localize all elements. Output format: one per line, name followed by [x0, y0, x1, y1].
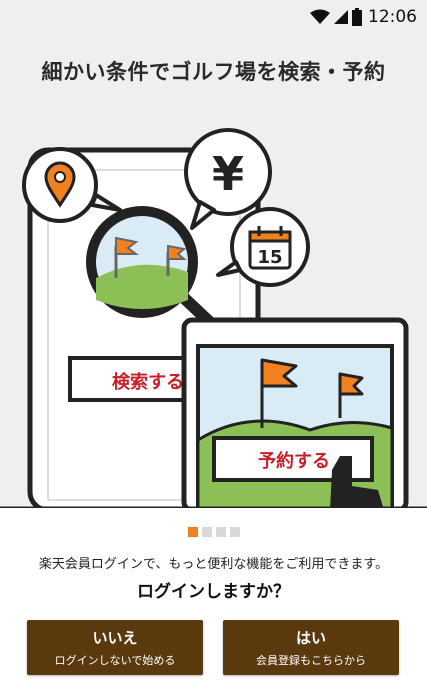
info-text: 楽天会員ログインで、もっと便利な機能をご利用できます。 [38, 557, 389, 572]
calendar-day: 15 [257, 247, 282, 268]
yes-button[interactable]: はい 会員登録もこちらから [223, 620, 399, 675]
no-button-label: いいえ [92, 630, 138, 647]
page-title: 細かい条件でゴルフ場を検索・予約 [41, 60, 386, 84]
signal-icon [334, 10, 348, 24]
page-dot-2 [201, 527, 212, 537]
login-question: ログインしますか？ [137, 582, 290, 602]
illustration: 検索する ¥ 15 予約する [0, 128, 427, 510]
wifi-icon [310, 9, 330, 24]
tablet-illustration: 予約する [181, 317, 409, 510]
page-dot-3 [215, 527, 226, 537]
battery-icon [352, 8, 362, 26]
page-indicator [0, 527, 427, 537]
page-dot-1 [187, 527, 198, 537]
yes-button-label: はい [295, 630, 326, 647]
status-bar: 12:06 [0, 0, 427, 34]
no-button[interactable]: いいえ ログインしないで始める [27, 620, 203, 675]
yen-symbol: ¥ [212, 147, 244, 201]
status-icons [310, 8, 362, 26]
reserve-label-text: 予約する [258, 450, 330, 472]
search-label-text: 検索する [112, 371, 184, 393]
page-dot-4 [229, 527, 240, 537]
no-button-sublabel: ログインしないで始める [54, 655, 176, 667]
yes-button-sublabel: 会員登録もこちらから [256, 655, 366, 667]
status-time: 12:06 [368, 7, 417, 27]
